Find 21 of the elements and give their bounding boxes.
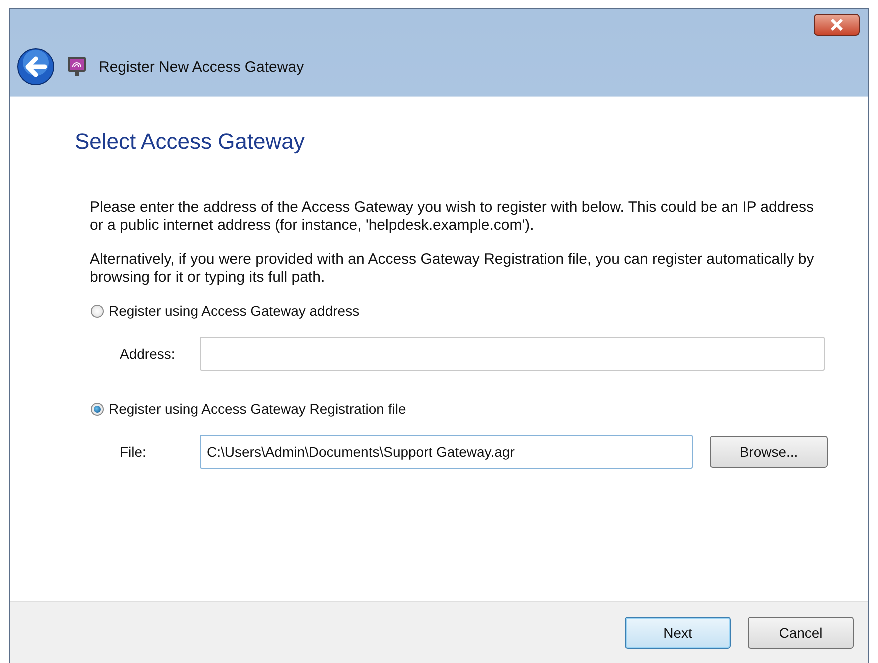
instruction-text: Please enter the address of the Access Gateway you wish to register with below. This could be an IP address or a public internet address (for instance, 'helpdesk.example.com').: [90, 199, 815, 235]
option-label: Register using Access Gateway address: [109, 303, 360, 319]
window-title: Register New Access Gateway: [99, 58, 304, 76]
dialog-button[interactable]: Cancel: [748, 616, 854, 648]
browse-button[interactable]: Browse...: [710, 436, 828, 468]
back-icon[interactable]: [17, 48, 55, 86]
field-label: File:: [120, 444, 148, 460]
radio-option[interactable]: Register using Access Gateway address: [91, 303, 868, 319]
field-label: Address:: [120, 346, 176, 362]
instruction-text: Alternatively, if you were provided with an Access Gateway Registration file, you can register automatically by browsing for it or typing its full path.: [90, 251, 815, 287]
dialog-button[interactable]: Next: [625, 616, 731, 648]
page-heading: Select Access Gateway: [75, 129, 306, 155]
close-button[interactable]: [814, 14, 860, 36]
option-label: Register using Access Gateway Registration file: [109, 401, 406, 417]
file-field[interactable]: C:\Users\Admin\Documents\Support Gateway.agr: [200, 435, 693, 469]
radio-option[interactable]: Register using Access Gateway Registration file: [91, 401, 868, 417]
address-field[interactable]: [200, 337, 825, 371]
close-icon: [830, 19, 844, 31]
radio-button[interactable]: [91, 402, 104, 416]
radio-button[interactable]: [91, 304, 104, 318]
monitor-icon: [67, 56, 87, 78]
